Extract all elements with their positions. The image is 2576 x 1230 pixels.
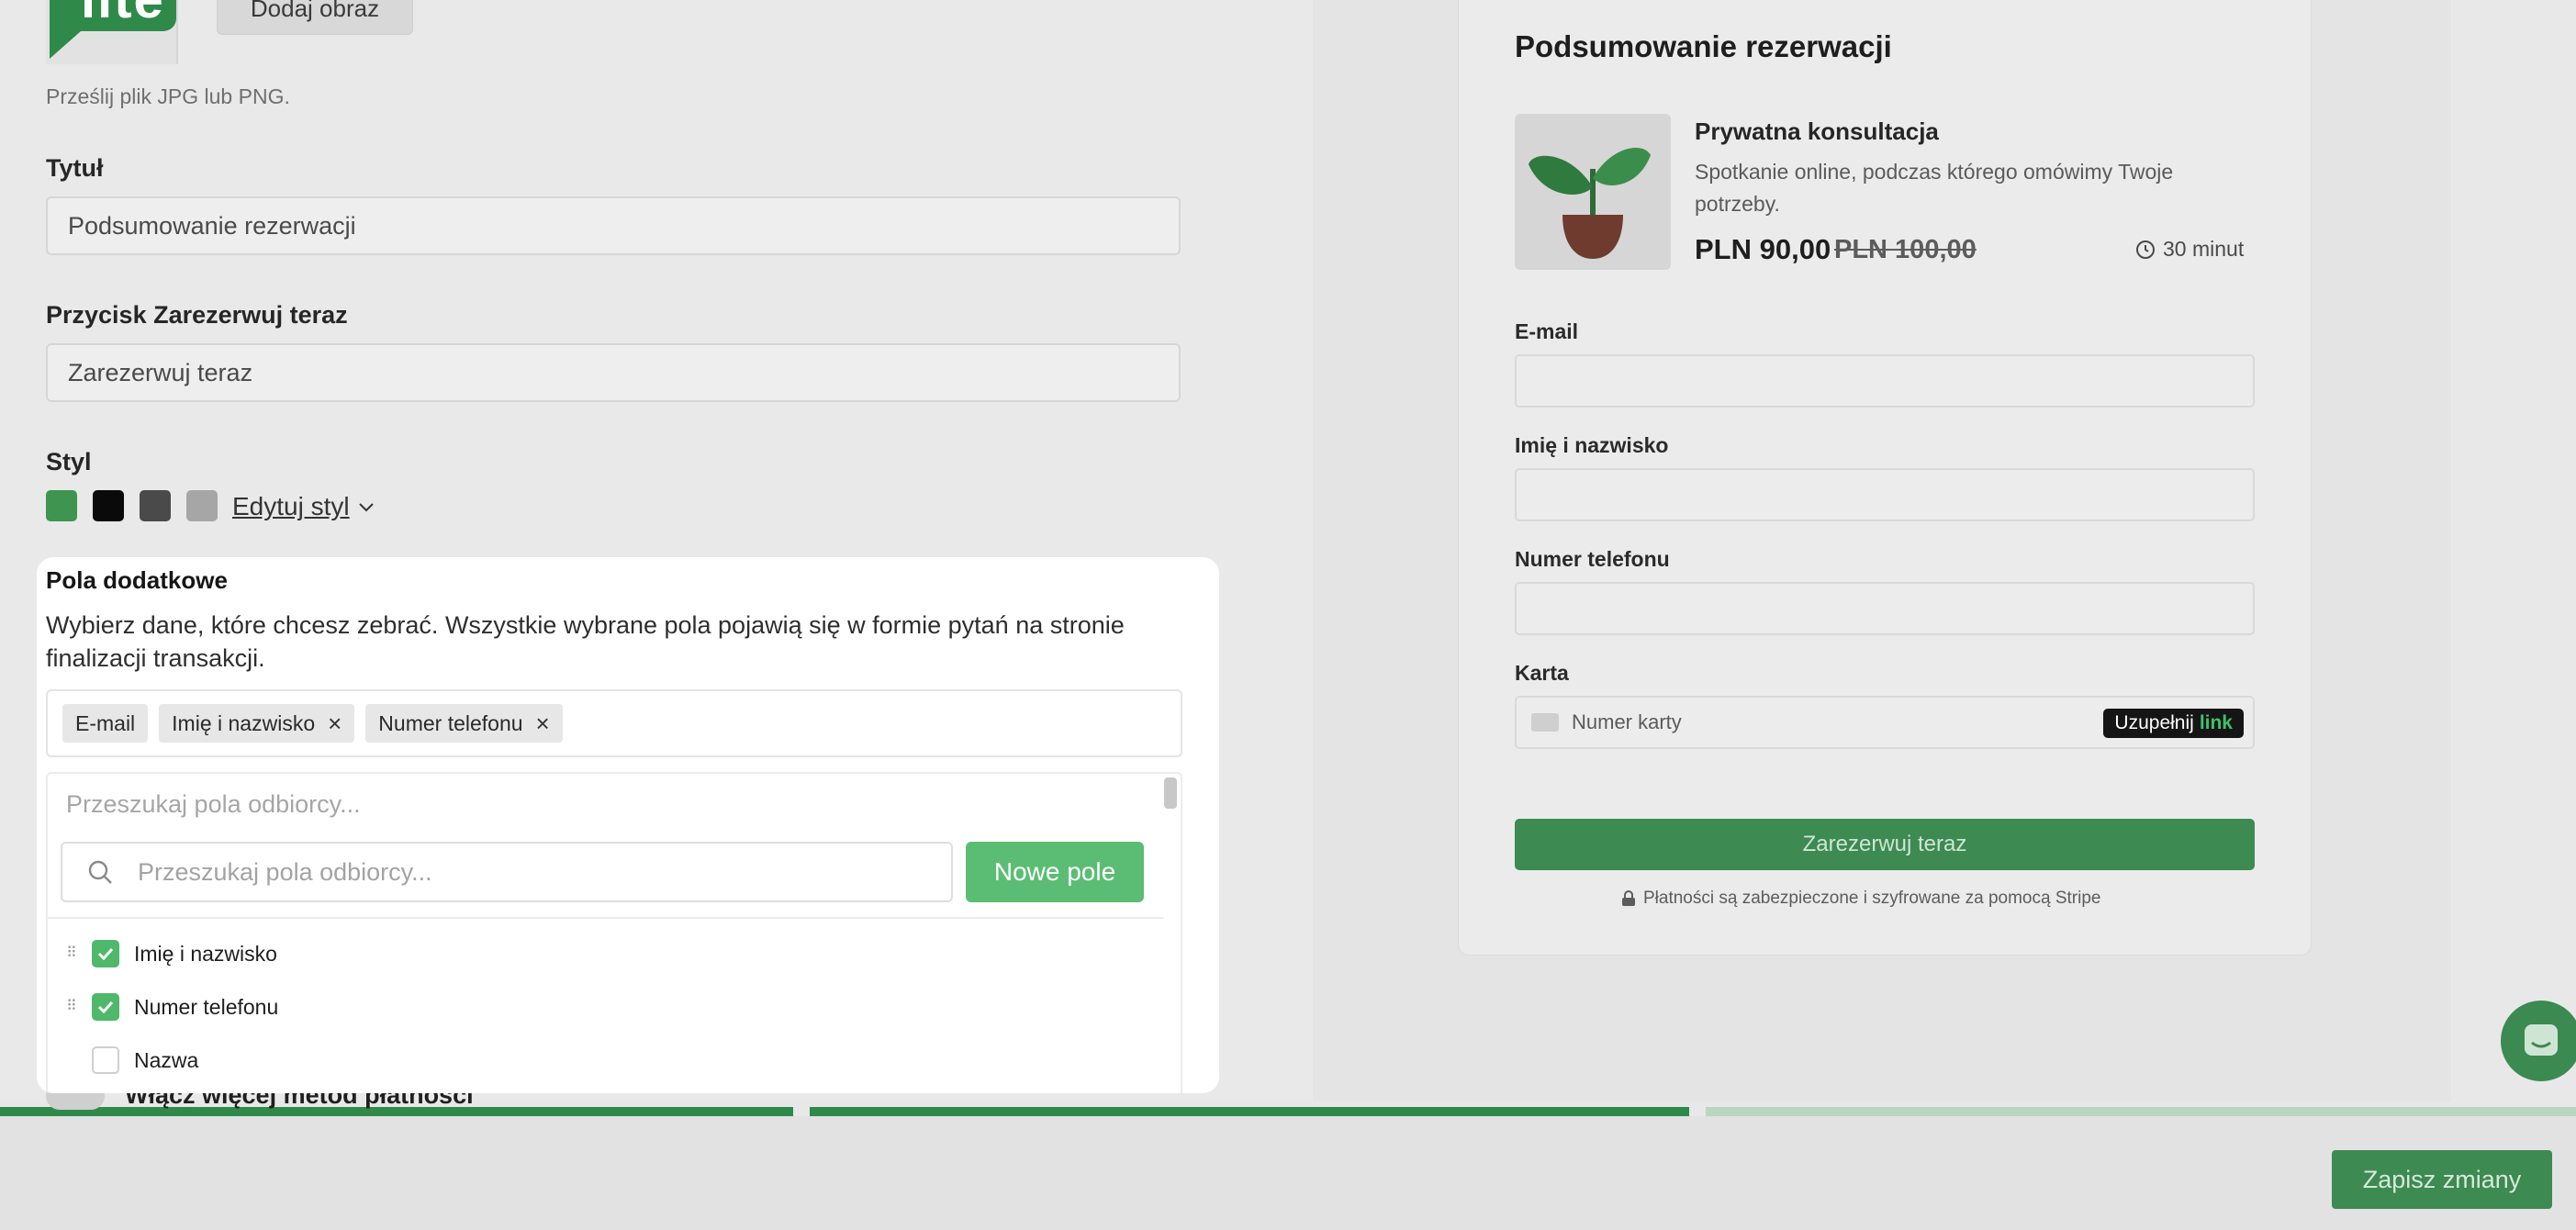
price-original: PLN 100,00 xyxy=(1834,235,1977,264)
checkbox-company[interactable] xyxy=(92,1046,119,1074)
email-label: E-mail xyxy=(1515,319,1579,343)
divider xyxy=(48,917,1164,919)
tag-label: Imię i nazwisko xyxy=(172,710,316,735)
field-picker-dropdown: Przeszukaj pola odbiorcy... Przeszukaj p… xyxy=(46,772,1182,1093)
title-input[interactable]: Podsumowanie rezerwacji xyxy=(46,196,1181,255)
selected-fields-box[interactable]: E-mail Imię i nazwisko × Numer telefonu × xyxy=(46,689,1182,757)
email-field[interactable] xyxy=(1515,354,2255,408)
name-label: Imię i nazwisko xyxy=(1515,433,1669,457)
additional-fields-modal: Pola dodatkowe Wybierz dane, które chces… xyxy=(37,557,1219,1093)
card-number-field[interactable]: Numer karty Uzupełnij link xyxy=(1515,696,2255,749)
clock-icon xyxy=(2136,240,2155,259)
swatch-black[interactable] xyxy=(93,490,124,521)
option-phone[interactable]: ⠿ Numer telefonu xyxy=(66,989,278,1025)
book-button-label: Przycisk Zarezerwuj teraz xyxy=(46,301,348,329)
bottom-bar xyxy=(0,1116,2576,1230)
close-icon[interactable]: × xyxy=(536,711,550,735)
save-changes-button[interactable]: Zapisz zmiany xyxy=(2332,1150,2552,1209)
check-icon xyxy=(97,947,114,960)
dropdown-search-input[interactable]: Przeszukaj pola odbiorcy... xyxy=(66,790,361,819)
tag-label: E-mail xyxy=(75,710,136,735)
phone-label: Numer telefonu xyxy=(1515,547,1670,571)
price-current: PLN 90,00 xyxy=(1695,233,1831,265)
summary-title: Podsumowanie rezerwacji xyxy=(1515,29,1892,63)
chat-launcher[interactable] xyxy=(2501,1001,2576,1081)
title-label: Tytuł xyxy=(46,154,104,182)
modal-description: Wybierz dane, które chcesz zebrać. Wszys… xyxy=(46,611,1125,672)
chevron-down-icon xyxy=(358,503,374,512)
logo-image: lite xyxy=(50,0,176,59)
book-button-input[interactable]: Zarezerwuj teraz xyxy=(46,343,1181,402)
duration-text: 30 minut xyxy=(2163,237,2245,261)
edit-style-link[interactable]: Edytuj styl xyxy=(232,492,375,521)
new-field-button[interactable]: Nowe pole xyxy=(966,842,1144,902)
swatch-light-gray[interactable] xyxy=(186,490,218,521)
close-icon[interactable]: × xyxy=(328,711,342,735)
tag-email: E-mail xyxy=(62,704,149,743)
checkbox-name[interactable] xyxy=(92,940,119,967)
style-label: Styl xyxy=(46,448,92,475)
progress-step-2 xyxy=(810,1107,1689,1116)
secure-text: Płatności są zabezpieczone i szyfrowane … xyxy=(1643,889,2101,908)
duration: 30 minut xyxy=(2135,237,2244,262)
book-now-button[interactable]: Zarezerwuj teraz xyxy=(1515,819,2255,870)
option-label: Imię i nazwisko xyxy=(134,941,277,966)
check-icon xyxy=(97,1001,114,1013)
lock-icon xyxy=(1622,890,1635,906)
drag-handle-icon[interactable]: ⠿ xyxy=(66,1000,81,1014)
modal-title: Pola dodatkowe xyxy=(46,566,228,594)
phone-field[interactable] xyxy=(1515,582,2255,635)
link-autofill-button[interactable]: Uzupełnij link xyxy=(2103,709,2244,738)
plant-icon xyxy=(1529,148,1651,259)
drag-handle-icon[interactable]: ⠿ xyxy=(66,946,81,961)
link-brand: link xyxy=(2199,712,2233,733)
swatch-dark-gray[interactable] xyxy=(140,490,171,521)
tag-name: Imię i nazwisko × xyxy=(159,704,355,743)
add-image-button[interactable]: Dodaj obraz xyxy=(217,0,413,35)
tag-label: Numer telefonu xyxy=(378,710,523,735)
product-description: Spotkanie online, podczas którego omówim… xyxy=(1695,160,2174,216)
link-prefix: Uzupełnij xyxy=(2114,712,2194,733)
edit-style-label: Edytuj styl xyxy=(232,492,350,520)
logo-preview: lite xyxy=(46,0,178,64)
product-name: Prywatna konsultacja xyxy=(1695,117,1939,145)
option-label: Nazwa xyxy=(134,1047,199,1072)
card-placeholder: Numer karty xyxy=(1572,710,1682,733)
scrollbar-thumb[interactable] xyxy=(1164,777,1177,809)
swatch-green[interactable] xyxy=(46,490,77,521)
progress-step-3 xyxy=(1706,1107,2576,1116)
search-icon xyxy=(88,860,112,884)
checkbox-phone[interactable] xyxy=(92,993,119,1021)
product-image xyxy=(1515,114,1671,270)
option-name[interactable]: ⠿ Imię i nazwisko xyxy=(66,935,277,972)
chat-icon xyxy=(2525,1024,2558,1056)
option-label: Numer telefonu xyxy=(134,994,279,1019)
option-company[interactable]: ⠿ Nazwa xyxy=(66,1042,198,1079)
secure-note: Płatności są zabezpieczone i szyfrowane … xyxy=(1621,889,2100,909)
search-input[interactable]: Przeszukaj pola odbiorcy... xyxy=(61,842,953,902)
card-icon xyxy=(1531,713,1559,732)
upload-hint: Prześlij plik JPG lub PNG. xyxy=(46,84,290,108)
tag-phone: Numer telefonu × xyxy=(365,704,563,743)
search-placeholder: Przeszukaj pola odbiorcy... xyxy=(138,857,432,886)
name-field[interactable] xyxy=(1515,468,2255,521)
card-label: Karta xyxy=(1515,661,1569,685)
